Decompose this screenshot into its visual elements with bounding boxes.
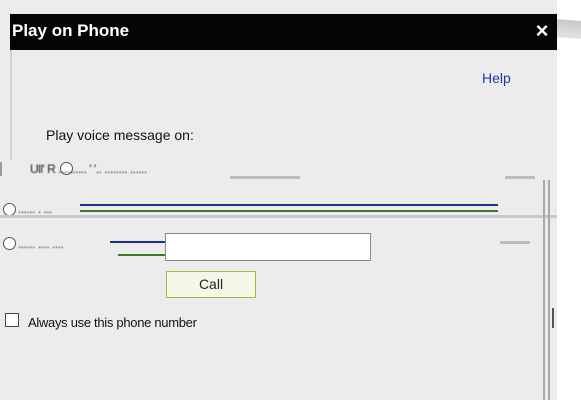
option-2-label: ...... . ...	[18, 202, 53, 216]
vertical-edge-line-2	[548, 180, 550, 400]
vertical-edge-line	[543, 180, 545, 400]
option-3-underline-blue	[110, 241, 165, 243]
row-edge-mark	[0, 162, 2, 176]
option-3-radio[interactable]	[3, 237, 16, 250]
always-use-label: Always use this phone number	[28, 315, 197, 330]
dialog-title: Play on Phone	[12, 21, 130, 40]
close-icon[interactable]: ×	[531, 19, 553, 43]
left-rail-divider	[10, 50, 12, 160]
option-3-rule-right	[500, 241, 530, 244]
screen: Play on Phone × Help Play voice message …	[0, 0, 581, 400]
play-on-phone-dialog: Play on Phone × Help Play voice message …	[0, 0, 557, 400]
titlebar-shadow	[557, 19, 581, 39]
help-link[interactable]: Help	[482, 70, 511, 86]
option-1-label: Ull' R .......... ' '.. ........ ......	[30, 162, 147, 176]
dialog-titlebar: Play on Phone ×	[10, 14, 557, 50]
play-on-prompt: Play voice message on:	[46, 127, 194, 143]
phone-number-input[interactable]	[165, 233, 371, 261]
option-3-label: ...... .... ....	[18, 237, 64, 251]
vertical-edge-mark	[552, 308, 554, 328]
option-2-underline-blue	[80, 204, 498, 206]
option-2-underline-green	[80, 210, 498, 212]
option-1-rule	[230, 176, 300, 179]
option-3-underline-green	[118, 254, 165, 256]
call-button[interactable]: Call	[166, 271, 256, 298]
option-1-rule-right	[505, 176, 535, 179]
always-use-checkbox[interactable]	[5, 313, 19, 327]
option-2-divider	[0, 215, 557, 218]
